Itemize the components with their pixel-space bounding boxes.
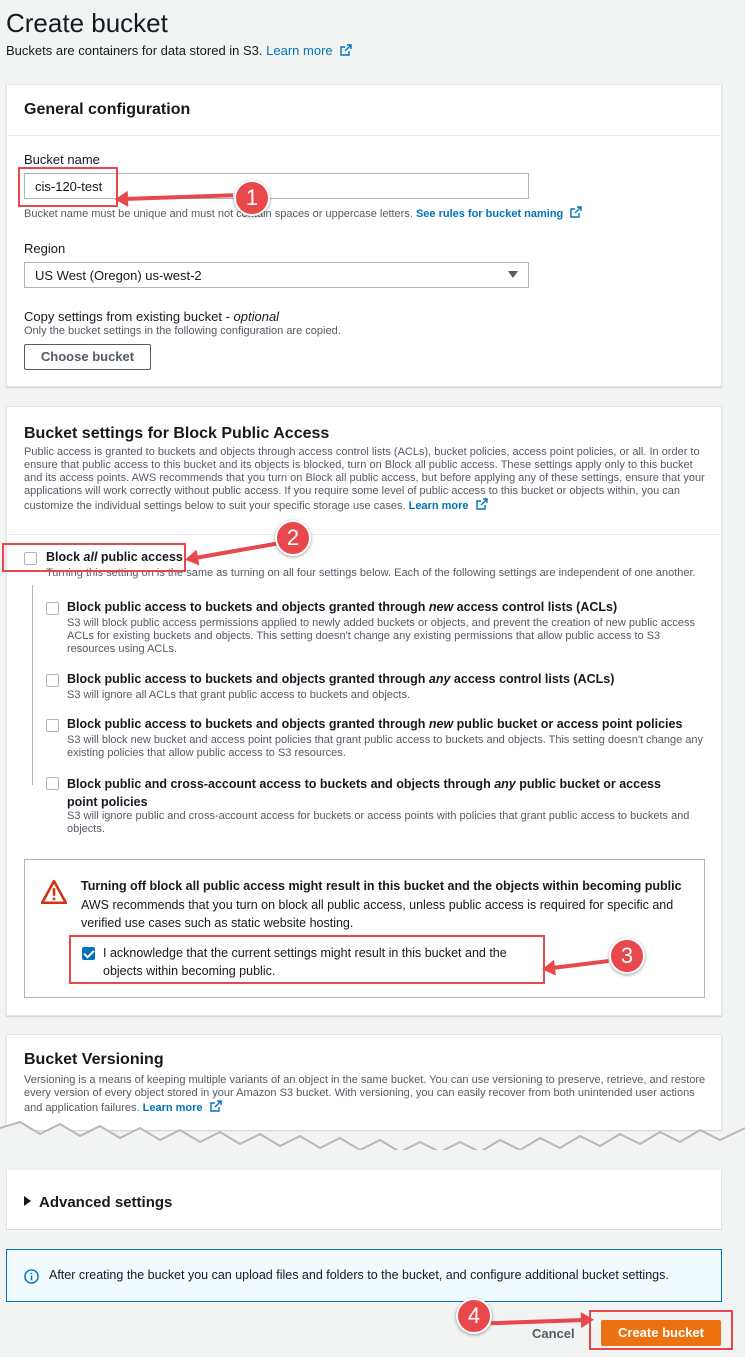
option-any-policy-title: Block public and cross-account access to… — [67, 777, 661, 809]
option-new-acl-checkbox[interactable] — [46, 602, 59, 615]
external-link-icon — [475, 498, 488, 510]
callout-1: 1 — [234, 180, 270, 216]
option-new-policy-desc: S3 will block new bucket and access poin… — [67, 734, 703, 759]
block-public-access-panel: Bucket settings for Block Public Access … — [6, 406, 722, 1016]
block-public-access-desc: Public access is granted to buckets and … — [24, 446, 705, 512]
torn-edge — [0, 1120, 745, 1160]
caret-down-icon — [508, 271, 518, 278]
page-subtitle: Buckets are containers for data stored i… — [6, 43, 352, 58]
annotation-box-acknowledge — [69, 935, 545, 984]
annotation-box-create — [589, 1310, 733, 1350]
option-new-acl-title: Block public access to buckets and objec… — [67, 600, 618, 614]
page-title: Create bucket — [6, 8, 168, 38]
external-link-icon — [340, 44, 352, 56]
rules-link[interactable]: See rules for bucket naming — [416, 208, 563, 220]
option-any-acl-title: Block public access to buckets and objec… — [67, 672, 615, 686]
block-public-access-header: Bucket settings for Block Public Access — [24, 425, 330, 442]
choose-bucket-button[interactable]: Choose bucket — [24, 344, 151, 370]
info-alert: After creating the bucket you can upload… — [6, 1249, 722, 1302]
annotation-arrow-4 — [490, 1318, 585, 1326]
option-any-acl-desc: S3 will ignore all ACLs that grant publi… — [67, 689, 411, 701]
region-label: Region — [24, 241, 66, 256]
option-new-policy-checkbox[interactable] — [46, 719, 59, 732]
bucket-name-label: Bucket name — [24, 152, 100, 167]
option-new-acl-desc: S3 will block public access permissions … — [67, 617, 695, 655]
info-text: After creating the bucket you can upload… — [49, 1268, 669, 1282]
warning-title: Turning off block all public access migh… — [81, 879, 682, 893]
advanced-settings-toggle[interactable]: Advanced settings — [24, 1194, 172, 1211]
warning-icon — [41, 880, 67, 904]
warning-desc: AWS recommends that you turn on block al… — [81, 898, 674, 930]
bucket-name-hint: Bucket name must be unique and must not … — [24, 206, 624, 221]
external-link-icon — [570, 206, 583, 218]
copy-settings-desc: Only the bucket settings in the followin… — [24, 325, 341, 337]
option-any-acl-checkbox[interactable] — [46, 674, 59, 687]
option-any-policy-checkbox[interactable] — [46, 777, 59, 790]
cancel-button[interactable]: Cancel — [532, 1326, 575, 1341]
bucket-versioning-header: Bucket Versioning — [24, 1051, 164, 1068]
caret-right-icon — [24, 1196, 31, 1206]
tree-line — [32, 585, 33, 785]
advanced-settings-panel: Advanced settings — [6, 1170, 722, 1230]
learn-more-link[interactable]: Learn more — [266, 43, 332, 58]
annotation-box-block-all — [2, 543, 186, 572]
callout-2: 2 — [275, 520, 311, 556]
info-icon — [24, 1269, 39, 1284]
general-configuration-header: General configuration — [24, 101, 191, 118]
option-any-policy-desc: S3 will ignore public and cross-account … — [67, 810, 690, 835]
callout-4: 4 — [456, 1298, 492, 1334]
annotation-box-bucket-name — [18, 167, 118, 207]
general-configuration-panel: General configuration Bucket name cis-12… — [6, 84, 722, 387]
option-new-policy-title: Block public access to buckets and objec… — [67, 717, 683, 731]
learn-more-link[interactable]: Learn more — [409, 500, 469, 512]
region-select[interactable]: US West (Oregon) us-west-2 — [24, 262, 529, 288]
callout-3: 3 — [609, 938, 645, 974]
copy-settings-label: Copy settings from existing bucket - opt… — [24, 309, 280, 324]
